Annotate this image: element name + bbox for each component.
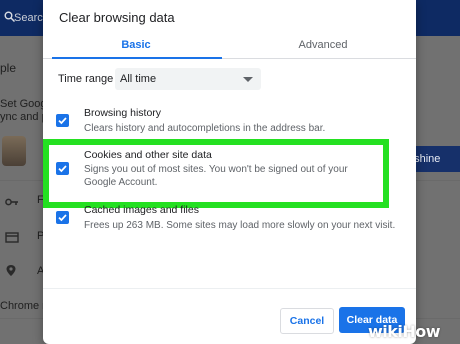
clear-browsing-data-dialog: Clear browsing data Basic Advanced Time … [43, 0, 416, 344]
checkmark-icon [58, 214, 67, 222]
browsing-history-checkbox[interactable] [56, 114, 69, 127]
cancel-button[interactable]: Cancel [280, 308, 334, 334]
avatar [2, 136, 26, 166]
checkmark-icon [58, 165, 67, 173]
checkmark-icon [58, 117, 67, 125]
option-title: Browsing history [84, 107, 162, 119]
dialog-tabs: Basic Advanced [43, 32, 416, 59]
footer-divider [43, 288, 416, 289]
tab-basic-label: Basic [121, 39, 151, 51]
location-pin-icon [5, 264, 19, 276]
option-title: Cached images and files [84, 204, 199, 216]
option-description: Clears history and autocompletions in th… [84, 123, 326, 134]
time-range-value: All time [120, 73, 157, 85]
tab-basic[interactable]: Basic [43, 32, 229, 59]
cached-images-checkbox[interactable] [56, 211, 69, 224]
time-range-select[interactable]: All time [115, 68, 261, 90]
cookies-checkbox[interactable] [56, 162, 69, 175]
key-icon [5, 194, 19, 206]
caret-down-icon [243, 77, 253, 82]
option-description: Frees up 263 MB. Some sites may load mor… [84, 220, 396, 231]
option-title: Cookies and other site data [84, 149, 212, 161]
background-fragment-1: ple [0, 61, 17, 75]
dialog-title: Clear browsing data [59, 10, 175, 25]
tab-selected-indicator [52, 57, 222, 59]
card-icon [5, 230, 19, 243]
tab-advanced-label: Advanced [298, 39, 348, 51]
tab-advanced[interactable]: Advanced [230, 32, 416, 58]
option-description: Signs you out of most sites. You won't b… [84, 164, 348, 188]
background-fragment-3: ync and p [0, 111, 48, 123]
wikihow-watermark: wikiHow [368, 322, 441, 341]
time-range-label: Time range [58, 73, 114, 85]
